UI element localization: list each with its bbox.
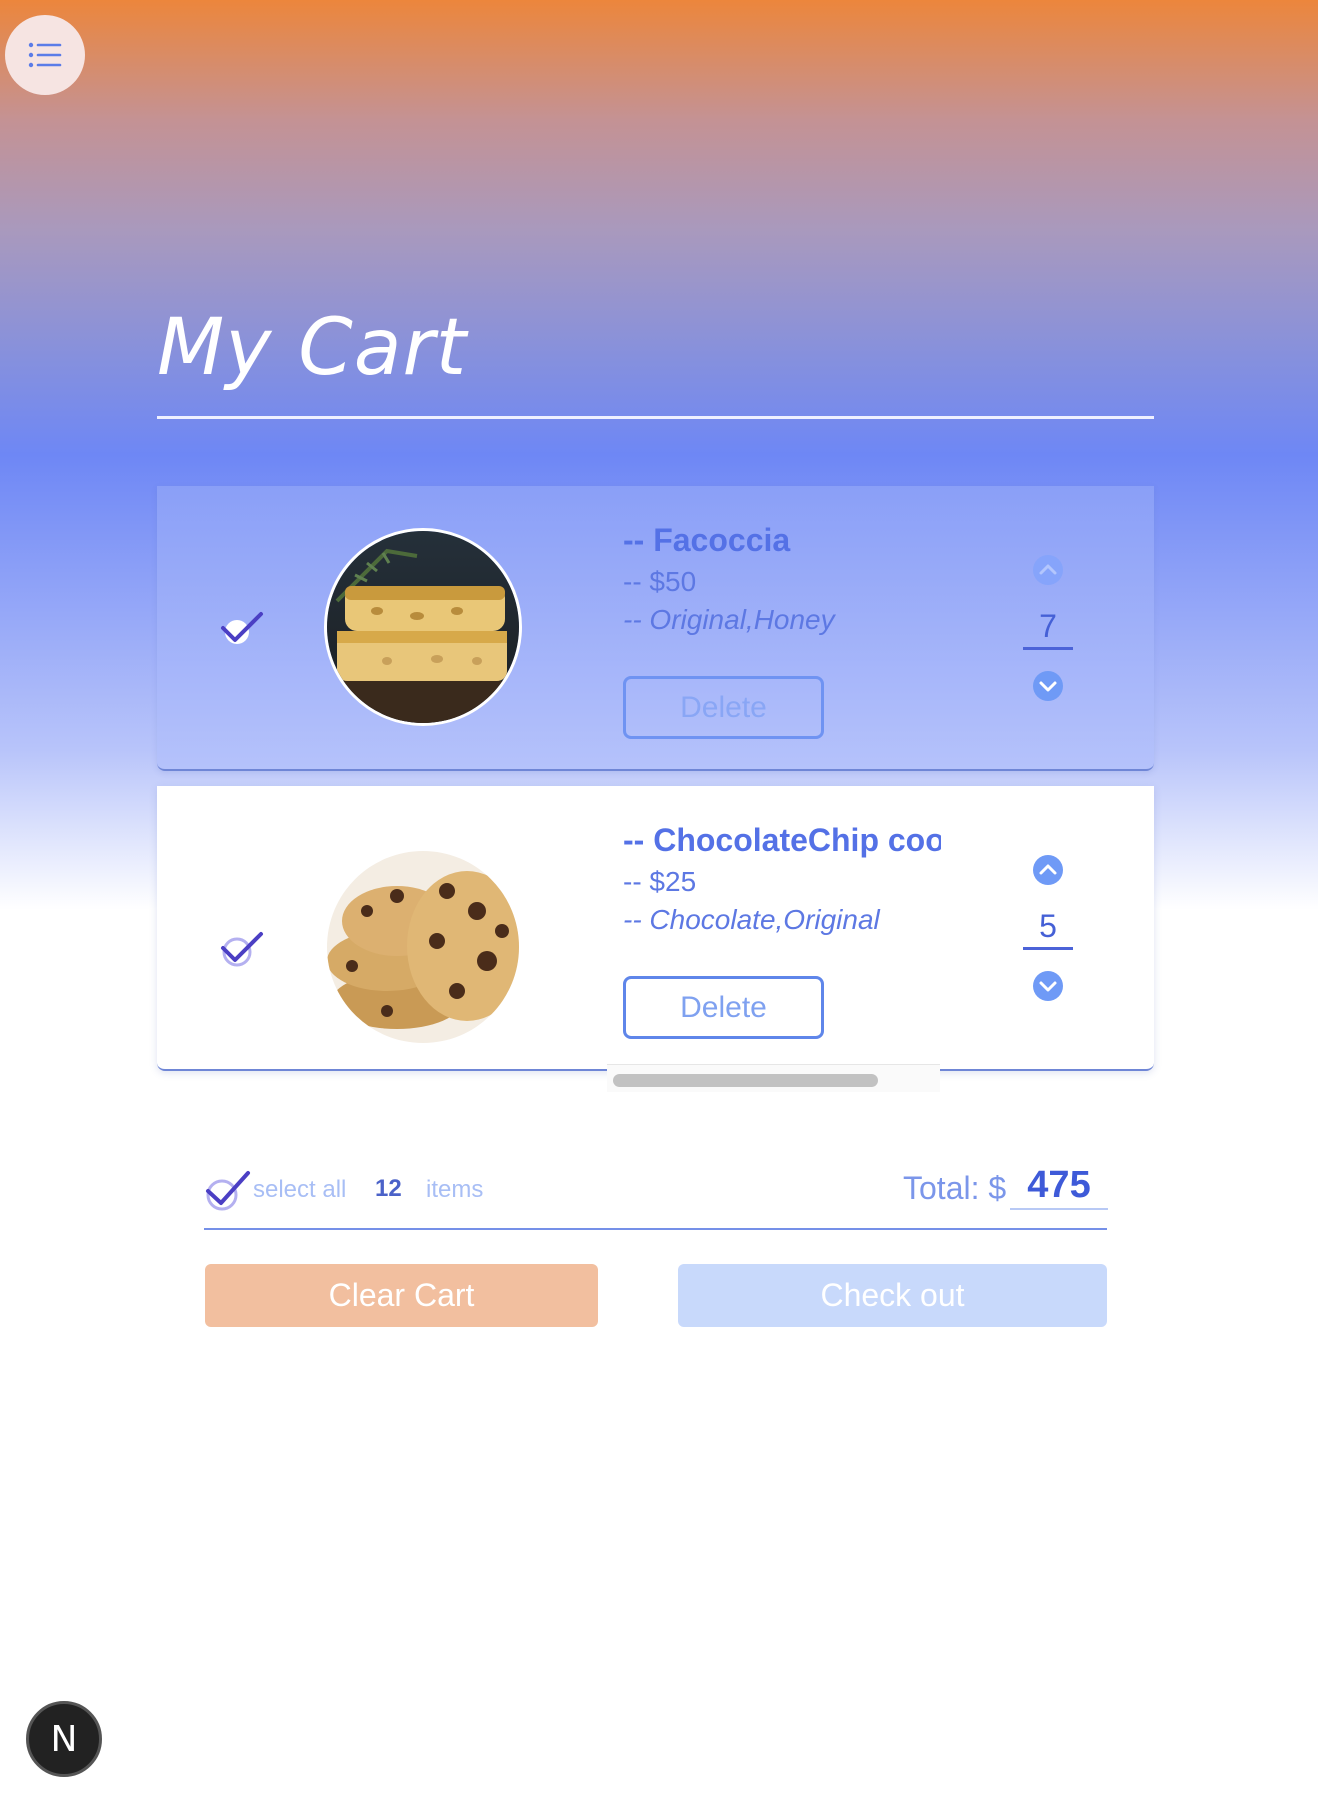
delete-button[interactable]: Delete [623,676,824,739]
delete-button[interactable]: Delete [623,976,824,1039]
page-title-text: My Cart [157,303,468,393]
item-name: -- Facoccia [623,522,791,558]
item-flavors: -- Original,Honey [623,604,835,635]
cart-summary: select all 12 items Total: $ 475 [204,1160,1108,1230]
page-title: My Cart [157,303,1154,419]
total-label: Total: $ [903,1170,1007,1206]
dev-tools-badge[interactable]: N [26,1701,102,1777]
chevron-up-icon[interactable] [1032,854,1064,886]
item-count: 12 [375,1175,402,1202]
item-price: -- $25 [623,866,697,897]
select-all-checkmark-icon[interactable] [204,1167,252,1213]
item-info: -- ChocolateChip cookies -- $25 -- Choco… [623,820,941,938]
cookies-photo [324,848,522,1046]
clear-cart-button[interactable]: Clear Cart [205,1264,598,1327]
quantity-value[interactable]: 7 [1023,604,1073,650]
scrollbar-thumb[interactable] [613,1074,878,1087]
cart-item: -- Facoccia -- $50 -- Original,Honey Del… [157,486,1154,771]
items-label: items [426,1176,484,1203]
checkmark-icon[interactable] [217,606,267,652]
checkout-button[interactable]: Check out [678,1264,1107,1327]
item-name: -- ChocolateChip cookies [623,822,941,858]
cart-item: -- ChocolateChip cookies -- $25 -- Choco… [157,786,1154,1092]
checkmark-icon[interactable] [217,926,267,972]
item-info: -- Facoccia -- $50 -- Original,Honey [623,520,941,638]
chevron-down-icon[interactable] [1032,670,1064,702]
list-icon [28,42,62,68]
chevron-down-icon[interactable] [1032,970,1064,1002]
total-value: 475 [1010,1162,1108,1210]
menu-button[interactable] [5,15,85,95]
item-flavors: -- Chocolate,Original [623,904,880,935]
dev-badge-letter: N [50,1718,78,1760]
select-all-label[interactable]: select all [253,1176,346,1204]
item-price: -- $50 [623,566,697,597]
horizontal-scrollbar[interactable] [607,1064,940,1092]
quantity-value[interactable]: 5 [1023,904,1073,950]
chevron-up-icon[interactable] [1032,554,1064,586]
focaccia-photo [324,528,522,726]
